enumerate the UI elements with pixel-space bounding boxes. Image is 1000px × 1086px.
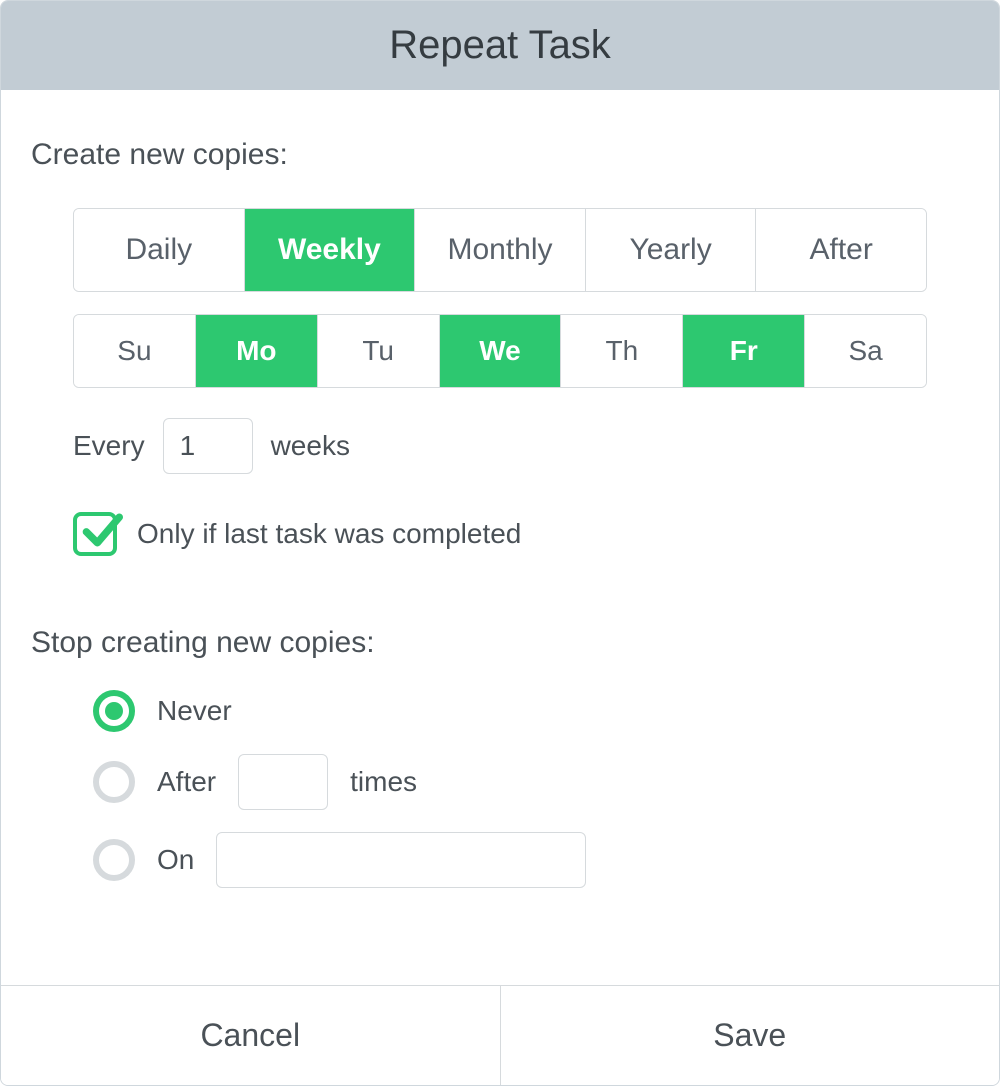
stop-after-suffix-label: times xyxy=(350,766,417,798)
frequency-monthly[interactable]: Monthly xyxy=(415,209,586,291)
only-if-completed-label: Only if last task was completed xyxy=(137,518,521,550)
stop-never-row: Never xyxy=(93,690,969,732)
every-suffix-label: weeks xyxy=(271,430,350,462)
stop-on-date-input[interactable] xyxy=(216,832,586,888)
weekday-th[interactable]: Th xyxy=(561,315,683,387)
weekday-we[interactable]: We xyxy=(440,315,562,387)
stop-never-radio[interactable] xyxy=(93,690,135,732)
only-if-completed-row: Only if last task was completed xyxy=(73,512,927,556)
frequency-after[interactable]: After xyxy=(756,209,926,291)
save-button[interactable]: Save xyxy=(501,986,1000,1085)
stop-after-row: After times xyxy=(93,754,969,810)
cancel-button[interactable]: Cancel xyxy=(1,986,501,1085)
dialog-footer: Cancel Save xyxy=(1,985,999,1085)
frequency-daily[interactable]: Daily xyxy=(74,209,245,291)
frequency-segmented: Daily Weekly Monthly Yearly After xyxy=(73,208,927,292)
weekday-fr[interactable]: Fr xyxy=(683,315,805,387)
weekday-su[interactable]: Su xyxy=(74,315,196,387)
every-n-input[interactable] xyxy=(163,418,253,474)
only-if-completed-checkbox[interactable] xyxy=(73,512,117,556)
every-prefix-label: Every xyxy=(73,430,145,462)
stop-on-row: On xyxy=(93,832,969,888)
stop-never-label: Never xyxy=(157,695,232,727)
frequency-weekly[interactable]: Weekly xyxy=(245,209,416,291)
stop-after-count-input[interactable] xyxy=(238,754,328,810)
every-n-weeks-row: Every weeks xyxy=(73,418,927,474)
dialog-body: Create new copies: Daily Weekly Monthly … xyxy=(1,90,999,985)
checkmark-icon xyxy=(79,508,123,552)
frequency-yearly[interactable]: Yearly xyxy=(586,209,757,291)
stop-on-radio[interactable] xyxy=(93,839,135,881)
stop-copies-label: Stop creating new copies: xyxy=(31,626,969,660)
stop-after-radio[interactable] xyxy=(93,761,135,803)
weekday-segmented: Su Mo Tu We Th Fr Sa xyxy=(73,314,927,388)
stop-on-label: On xyxy=(157,844,194,876)
weekday-sa[interactable]: Sa xyxy=(805,315,926,387)
weekday-tu[interactable]: Tu xyxy=(318,315,440,387)
dialog-title: Repeat Task xyxy=(1,1,999,90)
weekday-mo[interactable]: Mo xyxy=(196,315,318,387)
stop-after-prefix-label: After xyxy=(157,766,216,798)
repeat-task-dialog: Repeat Task Create new copies: Daily Wee… xyxy=(0,0,1000,1086)
create-copies-label: Create new copies: xyxy=(31,138,969,172)
